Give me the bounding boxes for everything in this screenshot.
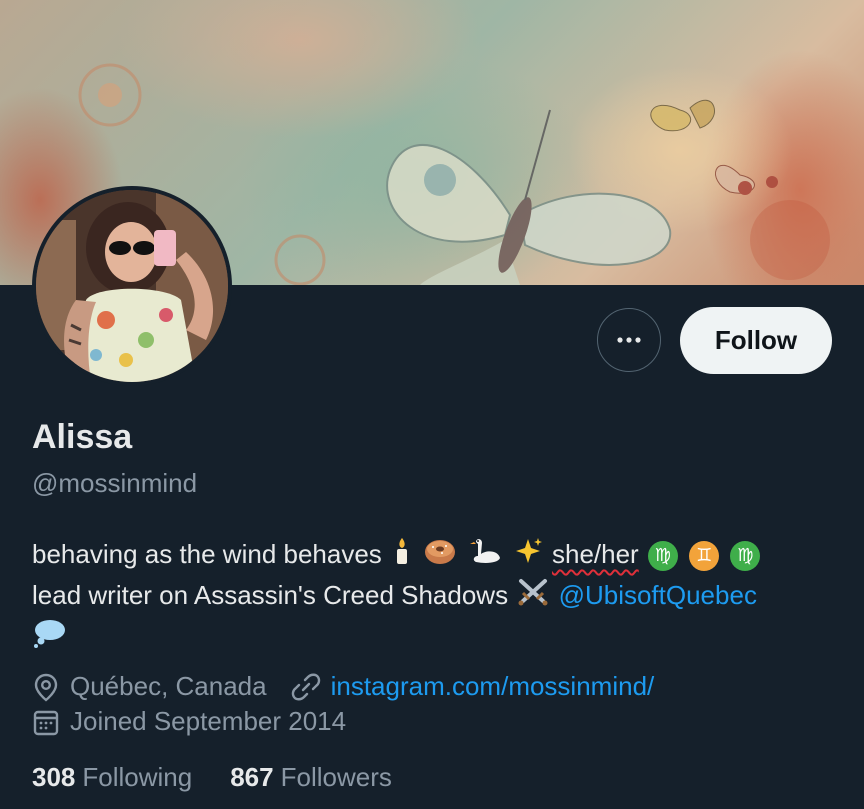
- profile-avatar[interactable]: [32, 186, 232, 386]
- profile-handle: @mossinmind: [32, 468, 198, 498]
- bio-text: behaving as the wind behaves: [32, 539, 382, 569]
- profile-joined-date: Joined September 2014: [70, 706, 347, 736]
- avatar-photo: [36, 190, 228, 382]
- followers-label: Followers: [280, 762, 392, 792]
- calendar-icon: [32, 707, 60, 737]
- link-icon: [291, 672, 321, 702]
- gemini-icon: ♊: [689, 541, 720, 572]
- followers-count: 867: [230, 762, 274, 792]
- bio-line-3: [32, 617, 842, 659]
- profile-stats: 308 Following 867 Followers: [32, 762, 392, 793]
- thought-balloon-icon: [32, 617, 66, 659]
- bio-text: lead writer on Assassin's Creed Shadows: [32, 580, 509, 611]
- more-options-button[interactable]: [597, 308, 661, 372]
- follow-button[interactable]: Follow: [680, 307, 832, 374]
- profile-name: Alissa: [32, 418, 133, 456]
- sparkles-icon: [513, 536, 543, 576]
- profile-joined-row: Joined September 2014: [32, 706, 346, 737]
- profile-location: Québec, Canada: [70, 671, 267, 701]
- bio-line-2: lead writer on Assassin's Creed Shadows …: [32, 576, 842, 617]
- following-count: 308: [32, 762, 76, 792]
- location-pin-icon: [32, 672, 60, 702]
- swan-icon: [468, 536, 502, 576]
- more-horizontal-icon: [617, 337, 641, 343]
- bio-line-1: behaving as the wind behaves she/her ♍ ♊…: [32, 535, 842, 576]
- crossed-swords-icon: [517, 577, 549, 617]
- profile-bio: behaving as the wind behaves she/her ♍ ♊…: [32, 535, 842, 659]
- following-label: Following: [82, 762, 193, 792]
- profile-website-link[interactable]: instagram.com/mossinmind/: [331, 671, 655, 702]
- profile-meta-row: Québec, Canada instagram.com/mossinmind/: [32, 671, 654, 702]
- bio-pronouns: she/her: [551, 539, 639, 569]
- following-link[interactable]: 308 Following: [32, 762, 192, 793]
- candle-icon: [391, 536, 413, 576]
- followers-link[interactable]: 867 Followers: [230, 762, 392, 793]
- virgo-icon: ♍: [647, 541, 678, 572]
- bagel-icon: [424, 536, 456, 576]
- virgo-icon: ♍: [730, 541, 761, 572]
- bio-mention-link[interactable]: @UbisoftQuebec: [559, 580, 757, 610]
